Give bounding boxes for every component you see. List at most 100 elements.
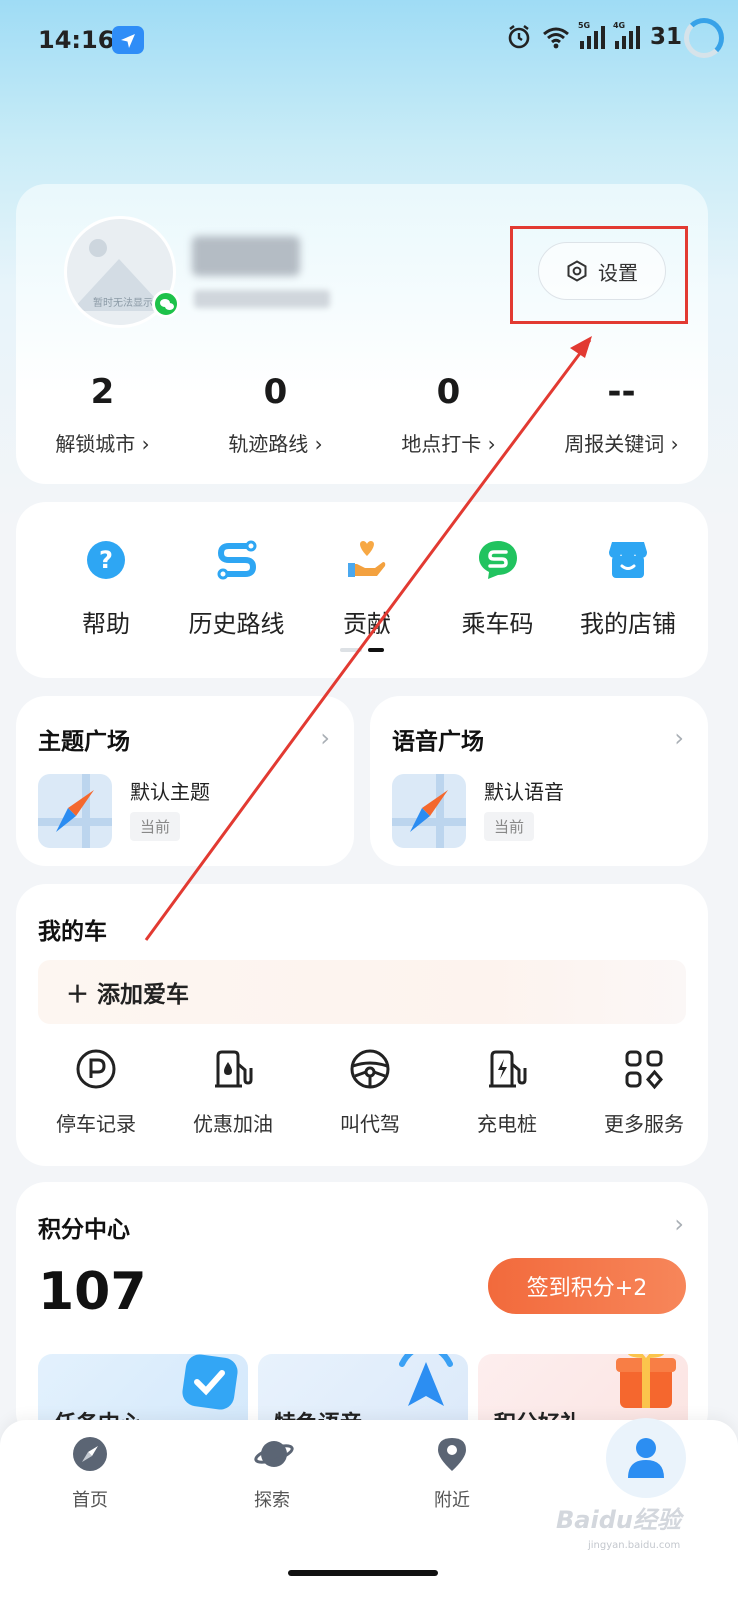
wechat-icon — [152, 290, 180, 318]
service-designated-driver[interactable]: 叫代驾 — [310, 1048, 430, 1137]
username-blurred — [192, 236, 300, 276]
battery-ring-icon — [684, 18, 724, 58]
theme-name: 默认主题 — [130, 780, 210, 804]
fuel-icon — [212, 1048, 254, 1090]
shortcut-label: 我的店铺 — [580, 610, 676, 638]
shortcut-label: 帮助 — [82, 610, 130, 638]
avatar-placeholder-sun — [89, 239, 107, 257]
shortcut-label: 历史路线 — [188, 610, 285, 638]
nav-home[interactable]: 首页 — [40, 1436, 140, 1512]
voice-title: 语音广场 — [392, 729, 484, 755]
service-label: 优惠加油 — [193, 1112, 273, 1136]
more-services-icon — [623, 1048, 665, 1090]
stat-checkins[interactable]: 0 地点打卡 › — [362, 372, 535, 457]
shop-icon — [606, 538, 650, 582]
broadcast-arrow-icon — [399, 1354, 453, 1406]
nav-label: 探索 — [254, 1490, 290, 1511]
points-title: 积分中心 — [38, 1217, 130, 1243]
checkin-button[interactable]: 签到积分+2 — [488, 1258, 686, 1314]
shortcut-label: 乘车码 — [461, 610, 534, 638]
signal-5g-icon: 5G — [578, 21, 605, 49]
voice-thumbnail — [392, 774, 466, 848]
watermark-brand: Baidu经验 — [556, 1506, 681, 1534]
theme-title: 主题广场 — [38, 729, 130, 755]
help-icon: ? — [84, 538, 128, 582]
stat-unlocked-cities[interactable]: 2 解锁城市 › — [16, 372, 189, 457]
stat-weekly-keywords[interactable]: -- 周报关键词 › — [535, 372, 708, 457]
voice-square-card[interactable]: 语音广场 › 默认语音 当前 — [370, 696, 708, 866]
status-icons: 5G 4G 31 — [506, 21, 682, 50]
location-pin-icon — [434, 1436, 470, 1472]
nav-explore[interactable]: 探索 — [222, 1436, 322, 1512]
theme-thumbnail — [38, 774, 112, 848]
stat-track-routes[interactable]: 0 轨迹路线 › — [189, 372, 362, 457]
compass-needle-icon — [56, 790, 94, 832]
points-center-card: 积分中心 › 107 签到积分+2 任务中心 特色语音 积分好礼 — [16, 1182, 708, 1444]
page-indicator — [340, 648, 384, 652]
points-value: 107 — [38, 1262, 147, 1322]
shortcuts-card: ? 帮助 历史路线 贡献 乘车码 我的店铺 — [16, 502, 708, 678]
stat-label: 轨迹路线 › — [228, 432, 323, 456]
service-label: 充电桩 — [477, 1112, 537, 1136]
nav-label: 首页 — [72, 1490, 108, 1511]
nav-nearby[interactable]: 附近 — [402, 1436, 502, 1512]
wifi-icon — [543, 27, 569, 49]
watermark-domain: jingyan.baidu.com — [588, 1540, 681, 1551]
contribute-icon — [345, 538, 389, 582]
service-label: 停车记录 — [56, 1112, 136, 1136]
my-car-card: 我的车 ＋ 添加爱车 停车记录 优惠加油 叫代驾 充电桩 更多服务 — [16, 884, 708, 1166]
shortcut-my-shop[interactable]: 我的店铺 — [568, 538, 688, 639]
service-discount-fuel[interactable]: 优惠加油 — [173, 1048, 293, 1137]
chevron-right-icon: › — [320, 724, 330, 752]
stat-value: 2 — [90, 372, 115, 412]
shortcut-contribute[interactable]: 贡献 — [307, 538, 427, 639]
voice-current-tag: 当前 — [484, 812, 535, 841]
user-icon — [628, 1438, 664, 1478]
service-label: 叫代驾 — [340, 1112, 400, 1136]
battery-level: 31 — [649, 24, 682, 50]
alarm-icon — [508, 25, 530, 49]
svg-text:?: ? — [99, 546, 113, 574]
steering-wheel-icon — [349, 1048, 391, 1090]
ride-code-icon — [476, 538, 520, 582]
shortcut-history-routes[interactable]: 历史路线 — [177, 538, 297, 639]
stat-value: -- — [607, 372, 636, 412]
shortcut-label: 贡献 — [343, 610, 391, 638]
chevron-right-icon[interactable]: › — [674, 1210, 684, 1238]
stat-label: 周报关键词 › — [564, 432, 679, 456]
route-icon — [215, 538, 259, 582]
stat-value: 0 — [436, 372, 461, 412]
home-indicator[interactable] — [288, 1570, 438, 1576]
compass-icon — [72, 1436, 108, 1472]
nav-label: 附近 — [434, 1490, 470, 1511]
shortcut-ride-code[interactable]: 乘车码 — [438, 538, 558, 639]
user-subtitle-blurred — [194, 290, 330, 308]
stat-label: 地点打卡 › — [401, 432, 496, 456]
add-car-button[interactable]: ＋ 添加爱车 — [38, 960, 686, 1024]
stat-value: 0 — [263, 372, 288, 412]
stat-label: 解锁城市 › — [55, 432, 150, 456]
voice-name: 默认语音 — [484, 780, 564, 804]
my-car-title: 我的车 — [38, 919, 107, 945]
service-more[interactable]: 更多服务 — [584, 1048, 704, 1137]
status-bar: 14:16 5G 4G 31 — [0, 18, 738, 66]
chevron-right-icon: › — [674, 724, 684, 752]
theme-square-card[interactable]: 主题广场 › 默认主题 当前 — [16, 696, 354, 866]
location-arrow-icon — [112, 26, 144, 54]
status-time: 14:16 — [38, 26, 115, 54]
profile-stats: 2 解锁城市 › 0 轨迹路线 › 0 地点打卡 › -- 周报关键词 › — [16, 372, 708, 457]
parking-icon — [75, 1048, 117, 1090]
service-parking-records[interactable]: 停车记录 — [36, 1048, 156, 1137]
gift-box-icon — [616, 1354, 676, 1408]
profile-card: 暂时无法显示 设置 2 解锁城市 › 0 轨迹路线 › 0 地点打卡 › -- … — [16, 184, 708, 484]
charging-icon — [486, 1048, 528, 1090]
nav-me[interactable] — [606, 1418, 686, 1498]
shortcut-help[interactable]: ? 帮助 — [46, 538, 166, 639]
service-charging-pile[interactable]: 充电桩 — [447, 1048, 567, 1137]
compass-needle-icon — [410, 790, 448, 832]
theme-current-tag: 当前 — [130, 812, 181, 841]
checkbox-icon — [182, 1354, 238, 1410]
planet-icon — [254, 1436, 294, 1472]
signal-4g-icon: 4G — [613, 21, 640, 49]
service-label: 更多服务 — [604, 1112, 684, 1136]
